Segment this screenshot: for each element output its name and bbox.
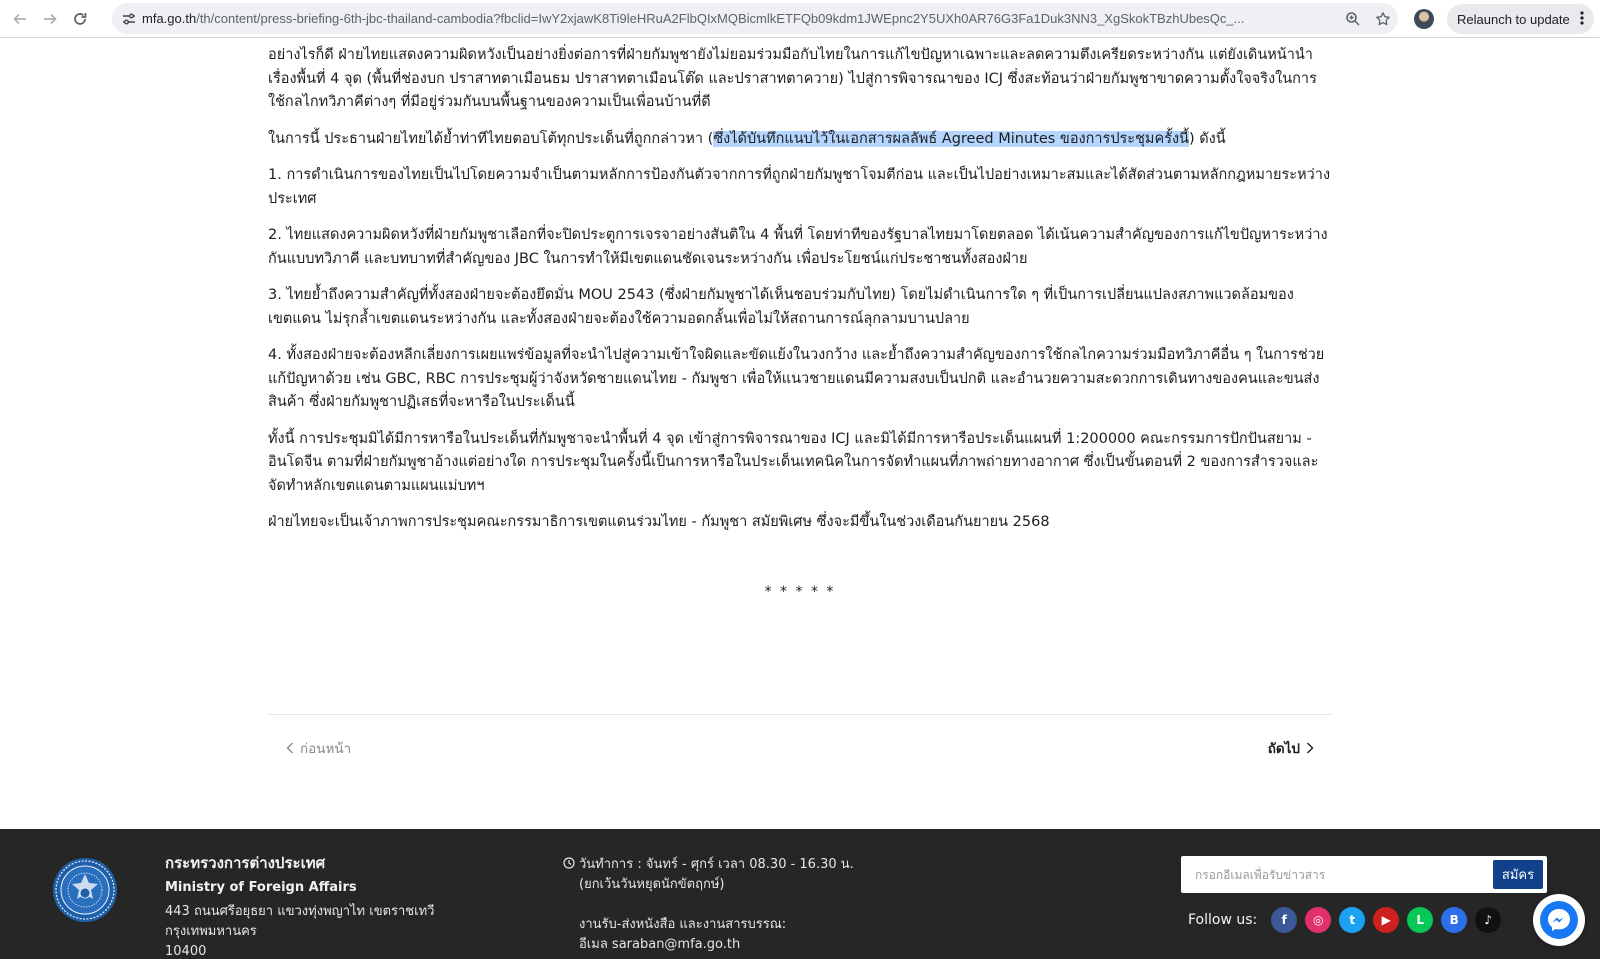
paragraph-lead: ในการนี้ ประธานฝ่ายไทยได้ย้ำท่าทีไทยตอบโ… — [268, 128, 1332, 152]
chevron-right-icon — [1307, 742, 1314, 754]
bookmark-star-icon[interactable] — [1368, 11, 1398, 27]
browser-toolbar: mfa.go.th/th/content/press-briefing-6th-… — [0, 0, 1600, 38]
previous-link[interactable]: ก่อนหน้า — [286, 737, 351, 759]
documents-label: งานรับ-ส่งหนังสือ และงานสารบรรณ: — [579, 917, 787, 932]
site-footer: กระทรวงการต่างประเทศ Ministry of Foreign… — [0, 829, 1600, 959]
social-links: Follow us: f ◎ t ▶ L B ♪ — [1188, 907, 1502, 933]
article-body: อย่างไรก็ดี ฝ่ายไทยแสดงความผิดหวังเป็นอย… — [268, 44, 1332, 600]
social-icon-list: f ◎ t ▶ L B ♪ — [1263, 907, 1502, 933]
newsletter-form: สมัคร — [1181, 856, 1547, 893]
next-link[interactable]: ถัดไป — [1268, 737, 1314, 759]
hours-line: วันทำการ : จันทร์ - ศุกร์ เวลา 08.30 - 1… — [579, 857, 854, 872]
list-item: 2. ไทยแสดงความผิดหวังที่ฝ่ายกัมพูชาเลือก… — [268, 227, 1328, 267]
arrow-left-icon — [13, 13, 26, 24]
newsletter-email-input[interactable] — [1181, 856, 1481, 893]
reload-icon — [74, 12, 87, 25]
office-hours: วันทำการ : จันทร์ - ศุกร์ เวลา 08.30 - 1… — [563, 855, 893, 955]
ministry-seal-logo — [53, 858, 117, 922]
line-icon[interactable]: L — [1407, 907, 1434, 933]
reload-button[interactable] — [65, 4, 95, 34]
org-name-thai: กระทรวงการต่างประเทศ — [165, 854, 326, 872]
list-item: 4. ทั้งสองฝ่ายจะต้องหลีกเลี่ยงการเผยแพร่… — [268, 347, 1325, 410]
lead-text-before: ในการนี้ ประธานฝ่ายไทยได้ย้ำท่าทีไทยตอบโ… — [268, 130, 714, 147]
lead-text-after: ) ดังนี้ — [1188, 130, 1226, 147]
address-bar[interactable]: mfa.go.th/th/content/press-briefing-6th-… — [112, 3, 1398, 34]
selected-text-highlight: ซึ่งได้บันทึกแนบไว้ในเอกสารผลลัพธ์ Agree… — [713, 130, 1189, 147]
article-pagination: ก่อนหน้า ถัดไป — [268, 714, 1332, 774]
hours-row: วันทำการ : จันทร์ - ศุกร์ เวลา 08.30 - 1… — [563, 855, 893, 955]
documents-email[interactable]: อีเมล saraban@mfa.go.th — [579, 935, 893, 955]
hours-text: วันทำการ : จันทร์ - ศุกร์ เวลา 08.30 - 1… — [579, 855, 893, 955]
twitter-icon[interactable]: t — [1339, 907, 1366, 933]
paragraph-note: ทั้งนี้ การประชุมมิได้มีการหารือในประเด็… — [268, 430, 1319, 494]
back-button[interactable] — [5, 4, 35, 34]
profile-avatar[interactable] — [1414, 9, 1434, 29]
relaunch-button[interactable]: Relaunch to update — [1447, 4, 1594, 34]
youtube-icon[interactable]: ▶ — [1373, 907, 1400, 933]
address-line: 443 ถนนศรีอยุธยา แขวงทุ่งพญาไท เขตราชเทว… — [165, 904, 435, 939]
instagram-icon[interactable]: ◎ — [1305, 907, 1332, 933]
organization-info: กระทรวงการต่างประเทศ Ministry of Foreign… — [165, 853, 525, 959]
org-name-english: Ministry of Foreign Affairs — [165, 880, 357, 895]
tiktok-icon[interactable]: ♪ — [1475, 907, 1502, 933]
paragraph-final: ฝ่ายไทยจะเป็นเจ้าภาพการประชุมคณะกรรมาธิก… — [268, 514, 1050, 530]
url-path: /th/content/press-briefing-6th-jbc-thail… — [196, 11, 1245, 26]
site-info-icon[interactable] — [116, 11, 142, 27]
url-host: mfa.go.th — [142, 11, 197, 26]
article-end-separator: * * * * * — [764, 584, 836, 600]
list-item: 1. การดำเนินการของไทยเป็นไปโดยความจำเป็น… — [268, 167, 1331, 207]
list-item: 3. ไทยย้ำถึงความสำคัญที่ทั้งสองฝ่ายจะต้อ… — [268, 287, 1294, 327]
chevron-left-icon — [286, 742, 293, 754]
address-postcode: 10400 — [165, 944, 207, 959]
relaunch-label: Relaunch to update — [1457, 11, 1570, 27]
forward-button[interactable] — [35, 4, 65, 34]
url-text[interactable]: mfa.go.th/th/content/press-briefing-6th-… — [142, 11, 1338, 26]
subscribe-button[interactable]: สมัคร — [1493, 860, 1543, 889]
previous-label: ก่อนหน้า — [300, 741, 352, 757]
more-menu-icon[interactable] — [1580, 10, 1584, 26]
arrow-right-icon — [44, 13, 57, 24]
facebook-icon[interactable]: f — [1271, 907, 1298, 933]
hours-exception: (ยกเว้นวันหยุดนักขัตฤกษ์) — [579, 877, 725, 892]
paragraph-intro: อย่างไรก็ดี ฝ่ายไทยแสดงความผิดหวังเป็นอย… — [268, 47, 1317, 110]
messenger-icon — [1540, 901, 1578, 939]
follow-label: Follow us: — [1188, 912, 1258, 928]
next-label: ถัดไป — [1267, 741, 1300, 757]
zoom-icon[interactable] — [1338, 11, 1368, 27]
messenger-chat-button[interactable] — [1533, 894, 1585, 946]
clock-icon — [563, 856, 579, 955]
blockdit-icon[interactable]: B — [1441, 907, 1468, 933]
org-address: 443 ถนนศรีอยุธยา แขวงทุ่งพญาไท เขตราชเทว… — [165, 902, 525, 959]
